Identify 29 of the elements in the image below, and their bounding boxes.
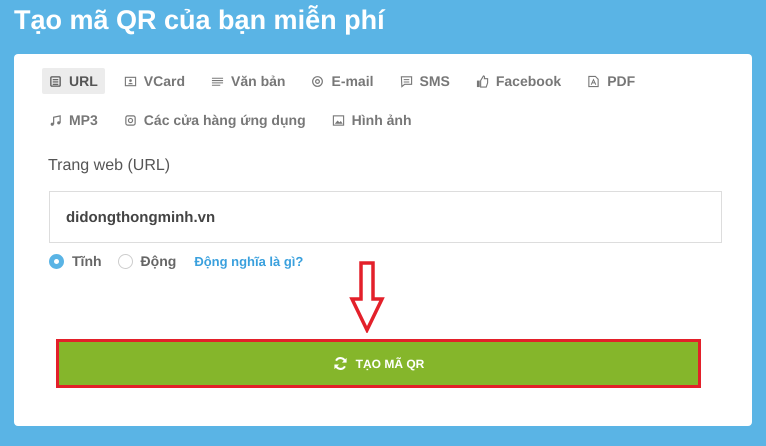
lines-icon [211, 74, 224, 88]
radio-label: Tĩnh [72, 253, 102, 269]
field-label: Trang web (URL) [48, 157, 172, 175]
url-field[interactable]: didongthongminh.vn [49, 191, 722, 243]
help-link[interactable]: Động nghĩa là gì? [194, 254, 304, 268]
down-arrow [349, 261, 385, 333]
refresh-icon [332, 356, 348, 371]
page-title: Tạo mã QR của bạn miễn phí [13, 4, 386, 37]
image-icon [332, 114, 345, 126]
tab[interactable]: Facebook [468, 68, 568, 94]
document-icon [49, 74, 62, 88]
tab[interactable]: SMS [392, 68, 457, 94]
speech-bubble-icon [400, 74, 412, 88]
tab[interactable]: URL [42, 68, 105, 94]
radio-button[interactable] [118, 254, 133, 268]
contact-card-icon [124, 74, 137, 88]
tab[interactable]: Các cửa hàng ứng dụng [116, 107, 313, 133]
radio-label: Động [140, 253, 176, 269]
tab[interactable]: MP3 [42, 107, 105, 133]
thumbs-up-icon [476, 74, 489, 88]
tab[interactable]: VCard [116, 68, 192, 94]
tab[interactable]: PDF [580, 68, 642, 94]
tab[interactable]: Văn bản [204, 68, 292, 94]
tab[interactable]: E-mail [304, 68, 380, 94]
tab[interactable]: Hình ảnh [324, 107, 419, 133]
radio-button[interactable] [49, 254, 64, 268]
music-note-icon [49, 114, 62, 126]
pdf-file-icon [587, 74, 600, 88]
generate-button[interactable]: TẠO MÃ QR [59, 342, 698, 385]
